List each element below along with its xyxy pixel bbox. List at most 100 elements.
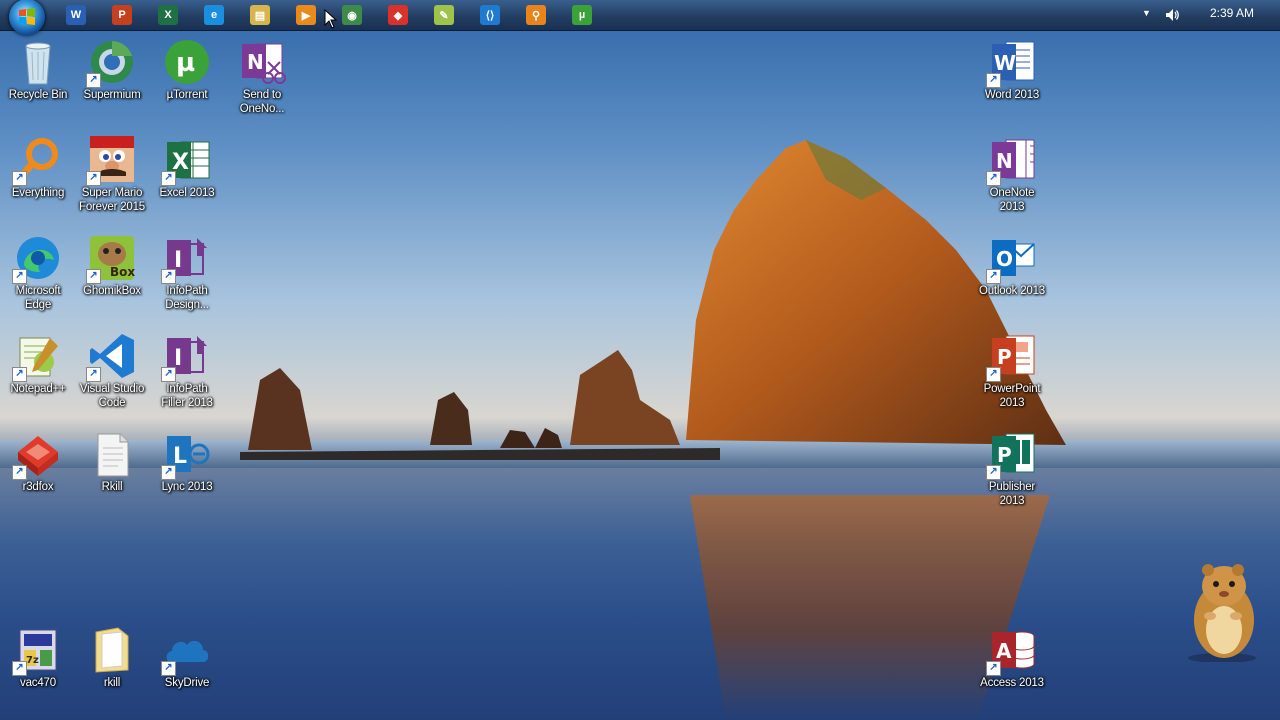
desktop-icon-microsoft-edge[interactable]: ↗ Microsoft Edge (0, 234, 76, 312)
publisher-icon: P ↗ (986, 430, 1036, 480)
shortcut-arrow-icon: ↗ (161, 661, 176, 676)
taskbar-media-player-icon[interactable]: ▶ (296, 5, 316, 25)
start-button[interactable] (9, 0, 45, 35)
desktop-icon-label: Word 2013 (984, 89, 1040, 101)
desktop-icon-excel[interactable]: X ↗ Excel 2013 (149, 136, 225, 200)
shortcut-arrow-icon: ↗ (12, 465, 27, 480)
hamster-desktop-pet[interactable] (1180, 558, 1264, 662)
word-icon: W ↗ (986, 38, 1036, 88)
taskbar-powerpoint-icon[interactable]: P (112, 5, 132, 25)
ghomikbox-icon: Box ↗ (86, 234, 136, 284)
r3dfox-icon: ↗ (12, 430, 62, 480)
shortcut-arrow-icon: ↗ (161, 171, 176, 186)
shortcut-arrow-icon: ↗ (986, 171, 1001, 186)
shortcut-arrow-icon: ↗ (86, 171, 101, 186)
svg-text:Box: Box (110, 265, 135, 279)
desktop-icon-label: Access 2013 (980, 677, 1044, 689)
excel-icon: X ↗ (161, 136, 211, 186)
desktop-icon-word[interactable]: W ↗ Word 2013 (974, 38, 1050, 102)
taskbar-excel-icon[interactable]: X (158, 5, 178, 25)
desktop-icon-label: Visual Studio Code (79, 383, 145, 409)
desktop-icon-supermium[interactable]: ↗ Supermium (74, 38, 150, 102)
svg-text:N: N (247, 50, 264, 74)
desktop-icon-label: Excel 2013 (159, 187, 215, 199)
taskbar-file-explorer-icon[interactable]: ▤ (250, 5, 270, 25)
desktop-icon-utorrent[interactable]: µ µTorrent (149, 38, 225, 102)
desktop-icon-ghomikbox[interactable]: Box ↗ GhomikBox (74, 234, 150, 298)
desktop-icon-label: Lync 2013 (161, 481, 213, 493)
taskbar-internet-explorer-icon[interactable]: e (204, 5, 224, 25)
desktop-icon-powerpoint[interactable]: P ↗ PowerPoint 2013 (974, 332, 1050, 410)
lync-icon: L ↗ (161, 430, 211, 480)
windows-logo-icon (19, 8, 35, 25)
taskbar-everything-search-icon[interactable]: ⚲ (526, 5, 546, 25)
desktop-icon-label: Send to OneNo... (239, 89, 285, 115)
desktop-icon-r3dfox[interactable]: ↗ r3dfox (0, 430, 76, 494)
taskbar-word-icon[interactable]: W (66, 5, 86, 25)
desktop-icon-label: Supermium (83, 89, 141, 101)
svg-text:N: N (996, 149, 1013, 173)
desktop-icon-label: InfoPath Design... (165, 285, 209, 311)
desktop-icon-recycle-bin[interactable]: Recycle Bin (0, 38, 76, 102)
shortcut-arrow-icon: ↗ (86, 73, 101, 88)
svg-text:7z: 7z (26, 655, 39, 666)
desktop-icon-send-to-onenote[interactable]: N Send to OneNo... (224, 38, 300, 116)
desktop-icon-rkill-file[interactable]: Rkill (74, 430, 150, 494)
vac470-icon: 7z ↗ (12, 626, 62, 676)
volume-icon[interactable] (1164, 7, 1180, 23)
supermium-icon: ↗ (86, 38, 136, 88)
utorrent-icon: µ (163, 38, 211, 86)
taskbar-vscode-icon[interactable]: ⟨⟩ (480, 5, 500, 25)
shortcut-arrow-icon: ↗ (12, 269, 27, 284)
desktop-icon-label: Outlook 2013 (978, 285, 1045, 297)
taskbar-r3dfox-icon[interactable]: ◆ (388, 5, 408, 25)
desktop-icon-label: Microsoft Edge (15, 285, 61, 311)
system-clock[interactable]: 2:39 AM (1210, 6, 1254, 20)
shortcut-arrow-icon: ↗ (86, 367, 101, 382)
taskbar-app-green-icon[interactable]: ◉ (342, 5, 362, 25)
everything-icon: ↗ (12, 136, 62, 186)
desktop-icon-access[interactable]: A ↗ Access 2013 (974, 626, 1050, 690)
outlook-icon: O ↗ (986, 234, 1036, 284)
desktop[interactable]: Recycle Bin ↗ Everything ↗ Microsoft Edg… (0, 0, 1280, 720)
notepadpp-icon: ↗ (12, 332, 62, 382)
system-tray: ▼ 2:39 AM (1130, 0, 1280, 30)
desktop-icon-publisher[interactable]: P ↗ Publisher 2013 (974, 430, 1050, 508)
shortcut-arrow-icon: ↗ (986, 367, 1001, 382)
desktop-icon-label: µTorrent (166, 89, 208, 101)
svg-text:A: A (996, 639, 1012, 663)
mouse-cursor-icon (324, 9, 338, 29)
taskbar-notepad-icon[interactable]: ✎ (434, 5, 454, 25)
super-mario-icon: ↗ (86, 136, 136, 186)
desktop-icon-skydrive[interactable]: ↗ SkyDrive (149, 626, 225, 690)
desktop-icon-notepadpp[interactable]: ↗ Notepad++ (0, 332, 76, 396)
infopath-designer-icon: I ↗ (161, 234, 211, 284)
shortcut-arrow-icon: ↗ (986, 661, 1001, 676)
shortcut-arrow-icon: ↗ (986, 73, 1001, 88)
rkill-folder-icon (88, 626, 136, 674)
desktop-icon-rkill-folder[interactable]: rkill (74, 626, 150, 690)
shortcut-arrow-icon: ↗ (161, 269, 176, 284)
onenote-icon: N ↗ (986, 136, 1036, 186)
desktop-icon-infopath-designer[interactable]: I ↗ InfoPath Design... (149, 234, 225, 312)
taskbar-utorrent-icon[interactable]: µ (572, 5, 592, 25)
skydrive-icon: ↗ (161, 626, 211, 676)
desktop-icon-onenote[interactable]: N ↗ OneNote 2013 (974, 136, 1050, 214)
shortcut-arrow-icon: ↗ (86, 269, 101, 284)
desktop-icon-outlook[interactable]: O ↗ Outlook 2013 (974, 234, 1050, 298)
show-hidden-icons-button[interactable]: ▼ (1142, 8, 1151, 18)
svg-text:P: P (997, 345, 1012, 369)
desktop-icon-label: SkyDrive (164, 677, 210, 689)
desktop-icon-visual-studio-code[interactable]: ↗ Visual Studio Code (74, 332, 150, 410)
send-to-onenote-icon: N (238, 38, 286, 86)
desktop-icon-infopath-filler[interactable]: I ↗ InfoPath Filler 2013 (149, 332, 225, 410)
desktop-icon-super-mario[interactable]: ↗ Super Mario Forever 2015 (74, 136, 150, 214)
svg-text:µ: µ (176, 48, 195, 78)
desktop-icon-label: Super Mario Forever 2015 (79, 187, 145, 213)
shortcut-arrow-icon: ↗ (161, 465, 176, 480)
rkill-file-icon (88, 430, 136, 478)
desktop-icon-vac470[interactable]: 7z ↗ vac470 (0, 626, 76, 690)
desktop-icon-label: OneNote 2013 (989, 187, 1035, 213)
desktop-icon-everything[interactable]: ↗ Everything (0, 136, 76, 200)
desktop-icon-lync[interactable]: L ↗ Lync 2013 (149, 430, 225, 494)
